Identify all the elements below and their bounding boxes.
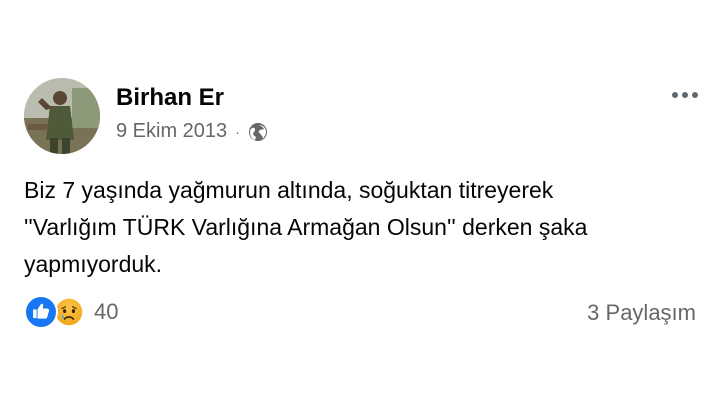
author-name[interactable]: Birhan Er [116, 84, 224, 112]
more-options-icon[interactable] [672, 92, 698, 98]
reaction-count: 40 [94, 299, 119, 324]
dot [682, 92, 688, 98]
post-meta: 9 Ekim 2013 · [116, 120, 268, 143]
meta-separator: · [235, 123, 240, 140]
profile-photo [24, 78, 100, 154]
avatar[interactable] [24, 78, 100, 154]
reactions-summary[interactable]: 40 [24, 295, 118, 329]
dot [672, 92, 678, 98]
post-date[interactable]: 9 Ekim 2013 [116, 120, 227, 143]
post-text: Biz 7 yaşında yağmurun altında, soğuktan… [24, 177, 588, 277]
globe-icon[interactable] [248, 122, 268, 142]
dot [692, 92, 698, 98]
like-icon [24, 295, 58, 329]
shares-count[interactable]: 3 Paylaşım [587, 300, 696, 326]
facebook-post: Birhan Er 9 Ekim 2013 · Biz 7 yaşında ya… [0, 0, 720, 405]
